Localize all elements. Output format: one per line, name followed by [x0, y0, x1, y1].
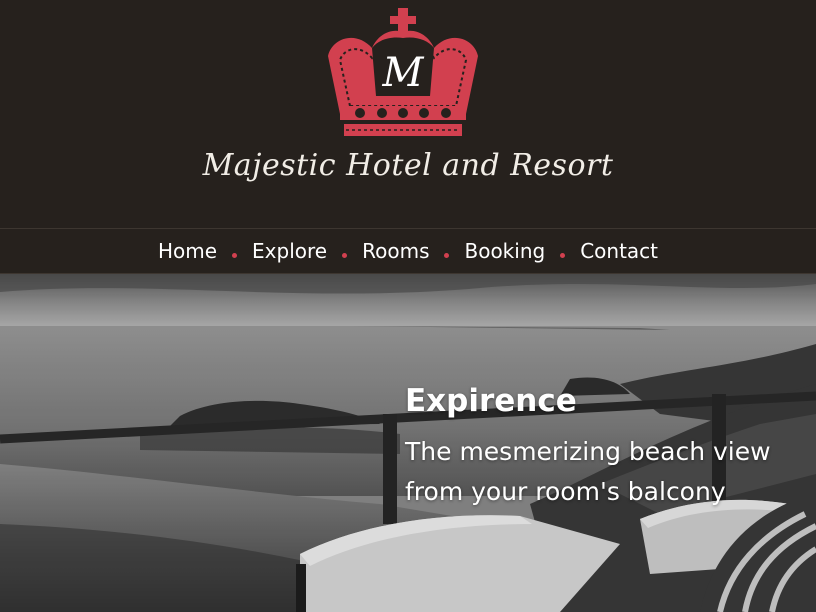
nav-separator-dot: [560, 252, 566, 258]
monogram: M: [382, 50, 425, 96]
nav-separator-dot: [444, 252, 450, 258]
hero-subtitle: The mesmerizing beach view from your roo…: [405, 432, 815, 512]
hero-title: Expirence: [405, 383, 577, 419]
main-nav: Home Explore Rooms Booking Contact: [0, 228, 816, 274]
hero-subtitle-line-2: from your room's balcony: [405, 477, 726, 506]
nav-home[interactable]: Home: [158, 239, 217, 263]
site-header: M Majestic Hotel and Resort: [0, 0, 816, 228]
hero-subtitle-line-1: The mesmerizing beach view: [405, 437, 771, 466]
nav-separator-dot: [232, 252, 238, 258]
nav-rooms[interactable]: Rooms: [362, 239, 429, 263]
nav-explore[interactable]: Explore: [252, 239, 327, 263]
crown-logo-icon[interactable]: M: [320, 4, 486, 144]
nav-contact[interactable]: Contact: [580, 239, 658, 263]
brand-name: Majestic Hotel and Resort: [202, 148, 614, 183]
nav-booking[interactable]: Booking: [464, 239, 545, 263]
nav-separator-dot: [342, 252, 348, 258]
